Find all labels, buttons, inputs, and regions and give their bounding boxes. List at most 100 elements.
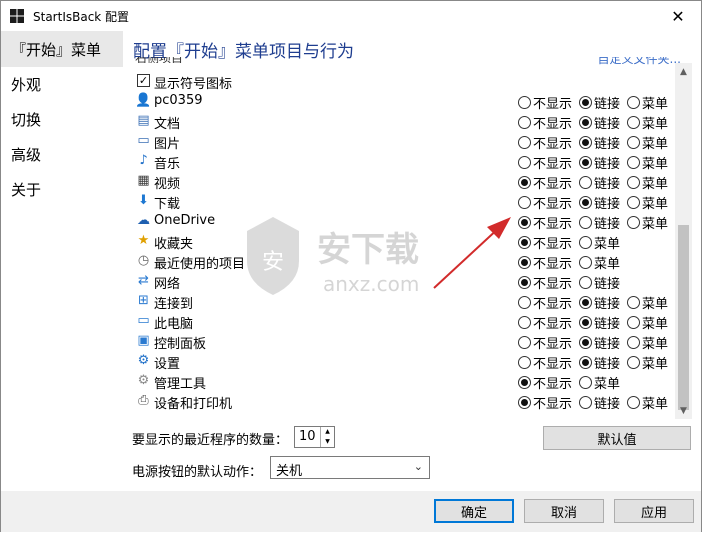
sidebar-item-advanced[interactable]: 高级 bbox=[1, 137, 123, 172]
scroll-down-icon[interactable]: ▼ bbox=[675, 402, 692, 419]
radio-option[interactable]: 不显示 bbox=[518, 213, 572, 232]
radio-button[interactable] bbox=[518, 176, 531, 189]
radio-option[interactable]: 链接 bbox=[579, 273, 620, 292]
radio-button[interactable] bbox=[579, 396, 592, 409]
radio-option[interactable]: 不显示 bbox=[518, 333, 572, 352]
radio-option[interactable]: 链接 bbox=[579, 193, 620, 212]
radio-button[interactable] bbox=[579, 276, 592, 289]
recent-programs-stepper[interactable]: 10 ▲ ▼ bbox=[294, 426, 335, 448]
radio-option[interactable]: 菜单 bbox=[627, 133, 668, 152]
radio-option[interactable]: 不显示 bbox=[518, 193, 572, 212]
radio-button[interactable] bbox=[627, 396, 640, 409]
scroll-up-icon[interactable]: ▲ bbox=[675, 63, 692, 80]
radio-option[interactable]: 链接 bbox=[579, 153, 620, 172]
radio-button[interactable] bbox=[579, 356, 592, 369]
radio-button[interactable] bbox=[518, 116, 531, 129]
ok-button[interactable]: 确定 bbox=[434, 499, 514, 523]
radio-button[interactable] bbox=[579, 176, 592, 189]
radio-button[interactable] bbox=[518, 256, 531, 269]
radio-option[interactable]: 菜单 bbox=[627, 393, 668, 412]
radio-button[interactable] bbox=[579, 296, 592, 309]
sidebar-item-appearance[interactable]: 外观 bbox=[1, 67, 123, 102]
radio-button[interactable] bbox=[518, 296, 531, 309]
cancel-button[interactable]: 取消 bbox=[524, 499, 604, 523]
radio-button[interactable] bbox=[579, 156, 592, 169]
radio-option[interactable]: 菜单 bbox=[627, 213, 668, 232]
radio-option[interactable]: 不显示 bbox=[518, 113, 572, 132]
radio-option[interactable]: 不显示 bbox=[518, 313, 572, 332]
radio-button[interactable] bbox=[518, 216, 531, 229]
radio-button[interactable] bbox=[627, 316, 640, 329]
radio-button[interactable] bbox=[627, 156, 640, 169]
radio-option[interactable]: 不显示 bbox=[518, 153, 572, 172]
list-scrollbar[interactable]: ▲ ▼ bbox=[675, 63, 692, 419]
radio-button[interactable] bbox=[579, 96, 592, 109]
radio-option[interactable]: 菜单 bbox=[627, 333, 668, 352]
radio-button[interactable] bbox=[518, 376, 531, 389]
radio-button[interactable] bbox=[518, 236, 531, 249]
radio-option[interactable]: 菜单 bbox=[627, 193, 668, 212]
radio-option[interactable]: 不显示 bbox=[518, 373, 572, 392]
radio-option[interactable]: 不显示 bbox=[518, 93, 572, 112]
radio-button[interactable] bbox=[627, 216, 640, 229]
radio-button[interactable] bbox=[627, 196, 640, 209]
radio-button[interactable] bbox=[518, 356, 531, 369]
radio-button[interactable] bbox=[579, 336, 592, 349]
radio-option[interactable]: 菜单 bbox=[627, 353, 668, 372]
radio-button[interactable] bbox=[518, 136, 531, 149]
radio-option[interactable]: 链接 bbox=[579, 213, 620, 232]
radio-option[interactable]: 菜单 bbox=[627, 293, 668, 312]
apply-button[interactable]: 应用 bbox=[614, 499, 694, 523]
increment-icon[interactable]: ▲ bbox=[321, 427, 334, 437]
radio-option[interactable]: 链接 bbox=[579, 133, 620, 152]
radio-option[interactable]: 链接 bbox=[579, 353, 620, 372]
radio-option[interactable]: 链接 bbox=[579, 313, 620, 332]
radio-option[interactable]: 链接 bbox=[579, 333, 620, 352]
scroll-thumb[interactable] bbox=[678, 225, 689, 410]
recent-programs-value[interactable]: 10 bbox=[299, 429, 316, 444]
radio-button[interactable] bbox=[518, 96, 531, 109]
radio-button[interactable] bbox=[627, 176, 640, 189]
radio-button[interactable] bbox=[518, 396, 531, 409]
radio-button[interactable] bbox=[579, 216, 592, 229]
close-icon[interactable]: ✕ bbox=[655, 1, 701, 31]
default-values-button[interactable]: 默认值 bbox=[543, 426, 691, 450]
radio-option[interactable]: 菜单 bbox=[627, 153, 668, 172]
radio-option[interactable]: 菜单 bbox=[627, 173, 668, 192]
radio-button[interactable] bbox=[518, 276, 531, 289]
radio-option[interactable]: 菜单 bbox=[627, 93, 668, 112]
show-symbol-icons-checkbox[interactable]: ✓ bbox=[137, 74, 150, 87]
radio-button[interactable] bbox=[627, 136, 640, 149]
radio-option[interactable]: 菜单 bbox=[579, 373, 620, 392]
radio-option[interactable]: 链接 bbox=[579, 113, 620, 132]
radio-option[interactable]: 不显示 bbox=[518, 173, 572, 192]
radio-option[interactable]: 链接 bbox=[579, 93, 620, 112]
sidebar-item-about[interactable]: 关于 bbox=[1, 172, 123, 207]
radio-button[interactable] bbox=[518, 196, 531, 209]
radio-option[interactable]: 菜单 bbox=[579, 233, 620, 252]
power-action-select[interactable]: 关机 ⌄ bbox=[270, 456, 430, 479]
radio-option[interactable]: 链接 bbox=[579, 173, 620, 192]
radio-option[interactable]: 链接 bbox=[579, 393, 620, 412]
radio-button[interactable] bbox=[579, 376, 592, 389]
sidebar-item-switching[interactable]: 切换 bbox=[1, 102, 123, 137]
radio-option[interactable]: 不显示 bbox=[518, 233, 572, 252]
radio-button[interactable] bbox=[627, 296, 640, 309]
radio-option[interactable]: 菜单 bbox=[579, 253, 620, 272]
radio-option[interactable]: 菜单 bbox=[627, 313, 668, 332]
radio-button[interactable] bbox=[518, 316, 531, 329]
sidebar-item-start-menu[interactable]: 『开始』菜单 bbox=[1, 31, 123, 67]
radio-button[interactable] bbox=[579, 236, 592, 249]
radio-option[interactable]: 不显示 bbox=[518, 353, 572, 372]
radio-option[interactable]: 不显示 bbox=[518, 293, 572, 312]
radio-option[interactable]: 链接 bbox=[579, 293, 620, 312]
radio-button[interactable] bbox=[627, 116, 640, 129]
radio-option[interactable]: 不显示 bbox=[518, 133, 572, 152]
radio-button[interactable] bbox=[579, 136, 592, 149]
radio-button[interactable] bbox=[627, 96, 640, 109]
radio-button[interactable] bbox=[518, 156, 531, 169]
radio-button[interactable] bbox=[627, 336, 640, 349]
radio-button[interactable] bbox=[579, 256, 592, 269]
radio-option[interactable]: 不显示 bbox=[518, 273, 572, 292]
radio-button[interactable] bbox=[579, 196, 592, 209]
